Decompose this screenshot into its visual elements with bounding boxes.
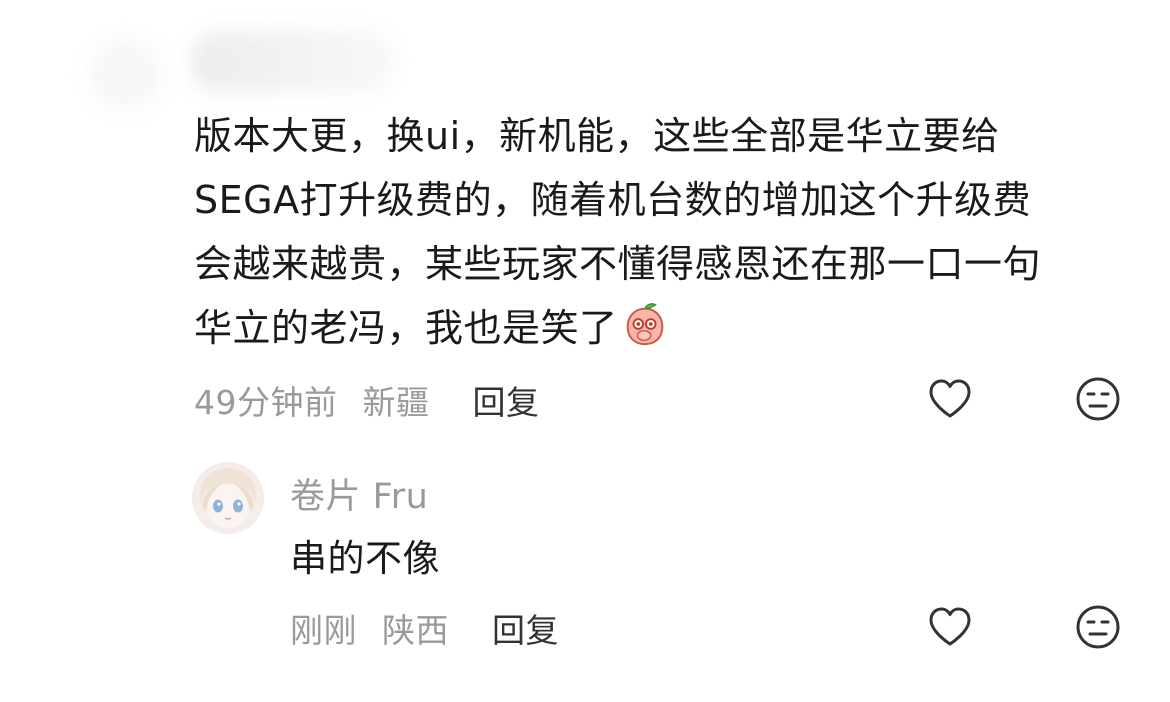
comment-text: 版本大更，换ui，新机能，这些全部是华立要给 SEGA打升级费的，随着机台数的增… [194,104,1124,360]
anime-girl-avatar-icon [192,462,264,534]
reply-time: 刚刚 [290,611,357,650]
redacted-avatar [90,40,160,110]
heart-outline-icon[interactable] [926,603,974,651]
reply-text: 串的不像 [290,537,440,580]
comment-line: 华立的老冯，我也是笑了 [194,306,618,350]
comment-line: 版本大更，换ui，新机能，这些全部是华立要给 [194,114,1000,158]
reply-button[interactable]: 回复 [492,611,559,650]
comment-meta: 49分钟前 新疆 回复 [194,376,554,424]
comment-location: 新疆 [362,383,430,422]
comment-line: SEGA打升级费的，随着机台数的增加这个升级费 [194,178,1032,222]
peach-emoji-icon [626,303,663,346]
comment-line-last: 华立的老冯，我也是笑了 [194,296,1124,360]
comment-time: 49分钟前 [194,383,338,422]
avatar[interactable] [192,462,264,534]
comment-line: 会越来越贵，某些玩家不懂得感恩还在那一口一句 [194,242,1042,286]
heart-outline-icon[interactable] [926,375,974,423]
reply-username[interactable]: 卷片 Fru [290,468,428,519]
redacted-username [190,30,395,92]
meh-face-icon[interactable] [1074,375,1122,423]
reply-button[interactable]: 回复 [473,383,540,422]
meh-face-icon[interactable] [1074,603,1122,651]
reply-meta: 刚刚 陕西 回复 [290,604,573,652]
reply-location: 陕西 [382,611,449,650]
